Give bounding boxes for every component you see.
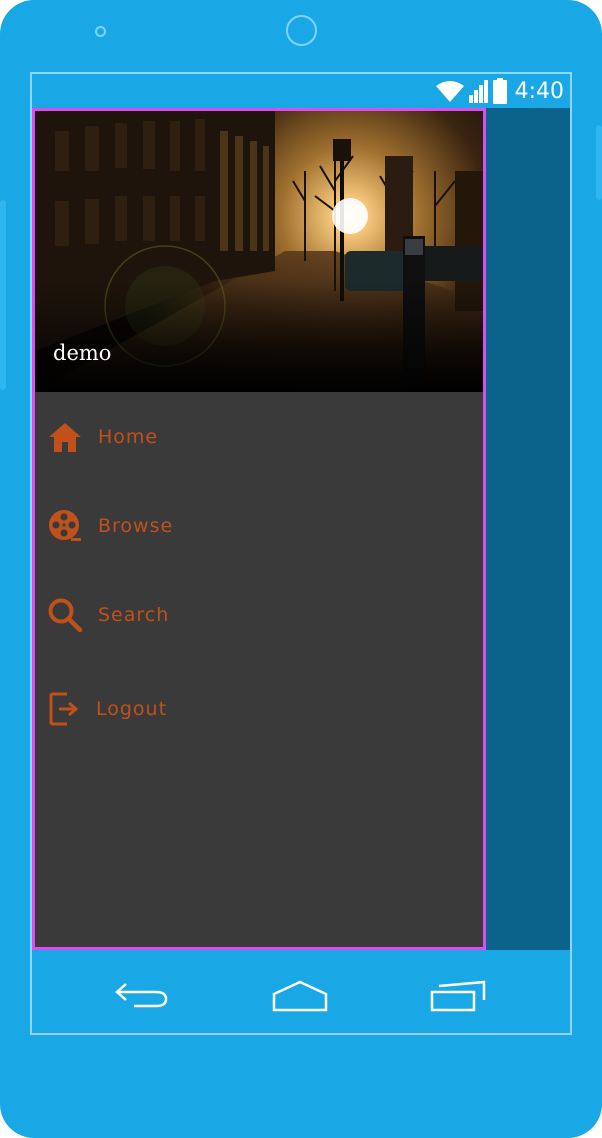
volume-rocker xyxy=(0,200,6,390)
menu-item-search[interactable]: Search xyxy=(35,585,483,645)
menu-label-logout: Logout xyxy=(96,698,168,720)
sensor-dot xyxy=(95,26,106,37)
menu-label-search: Search xyxy=(98,604,170,626)
logout-icon xyxy=(49,692,79,726)
system-navigation-bar xyxy=(32,950,570,1033)
header-username: demo xyxy=(53,341,112,365)
back-icon[interactable] xyxy=(114,978,170,1012)
home-outline-icon[interactable] xyxy=(271,978,329,1012)
menu-item-home[interactable]: Home xyxy=(35,407,483,467)
menu-item-browse[interactable]: Browse xyxy=(35,496,483,556)
front-camera xyxy=(286,15,317,46)
drawer-header-image: demo xyxy=(35,111,483,392)
wifi-icon xyxy=(435,81,464,102)
recents-icon[interactable] xyxy=(429,978,487,1012)
film-reel-icon xyxy=(49,510,81,541)
battery-icon xyxy=(492,78,507,104)
signal-icon xyxy=(468,80,488,103)
status-bar: 4:40 xyxy=(32,74,570,108)
search-icon xyxy=(48,598,83,633)
power-button xyxy=(596,125,602,200)
menu-label-browse: Browse xyxy=(98,515,174,537)
home-icon xyxy=(49,423,81,452)
menu-label-home: Home xyxy=(98,426,159,448)
clock: 4:40 xyxy=(514,78,564,104)
navigation-drawer: demo Home Browse Search Logout xyxy=(32,108,486,950)
menu-item-logout[interactable]: Logout xyxy=(35,679,483,739)
